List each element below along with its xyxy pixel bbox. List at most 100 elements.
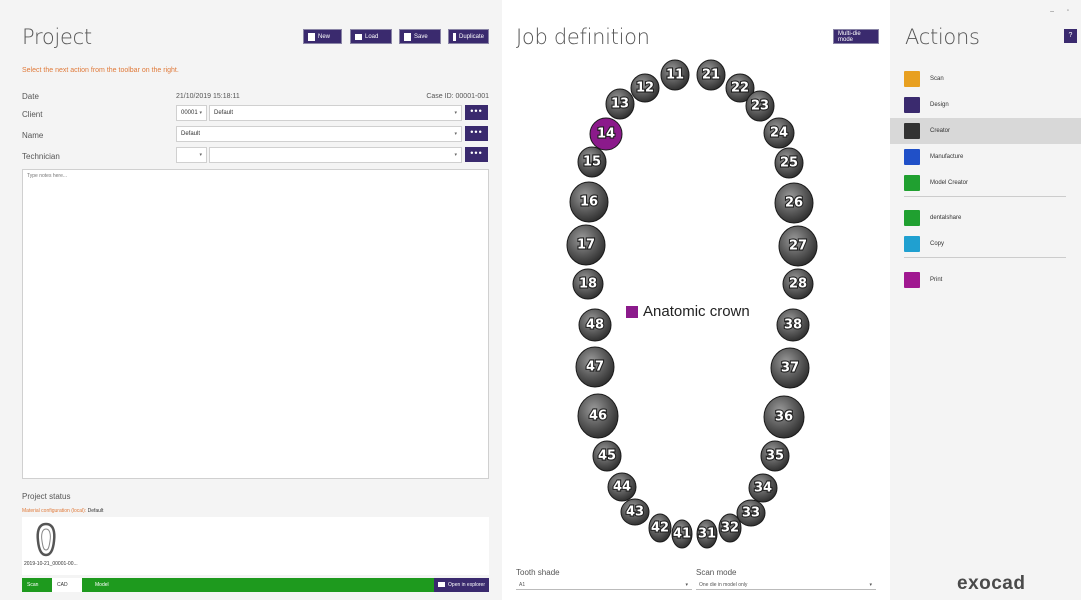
- thumbnail-caption: 2019-10-21_00001-00...: [24, 561, 78, 567]
- action-manufacture[interactable]: Manufacture: [890, 144, 1081, 170]
- duplicate-label: Duplicate: [458, 33, 484, 40]
- action-label: Print: [930, 277, 943, 283]
- tooth-shade-value: A1: [519, 582, 526, 588]
- load-button[interactable]: Load: [350, 29, 392, 44]
- tooth-35[interactable]: 35: [760, 440, 790, 472]
- tooth-33[interactable]: 33: [736, 499, 766, 527]
- open-explorer-label: Open in explorer: [448, 582, 485, 588]
- restore-icon[interactable]: ▫: [1067, 8, 1069, 14]
- technician-code-select[interactable]: ▾: [176, 147, 207, 163]
- tooth-number: 31: [698, 527, 716, 542]
- tooth-number: 24: [770, 126, 788, 141]
- model-creator-icon: [904, 175, 920, 191]
- tooth-21[interactable]: 21: [696, 59, 726, 91]
- tooth-26[interactable]: 26: [774, 182, 814, 224]
- arch-thumbnail[interactable]: [34, 521, 58, 557]
- scan-icon: [904, 71, 920, 87]
- tooth-legend: Anatomic crown: [626, 303, 750, 320]
- tooth-15[interactable]: 15: [577, 146, 607, 178]
- date-label: Date: [22, 92, 39, 101]
- tooth-46[interactable]: 46: [577, 393, 619, 439]
- notes-placeholder: Type notes here...: [27, 173, 68, 179]
- action-print[interactable]: Print: [890, 267, 1081, 293]
- load-label: Load: [365, 33, 379, 40]
- tooth-42[interactable]: 42: [648, 513, 672, 543]
- creator-icon: [904, 123, 920, 139]
- tooth-number: 13: [611, 97, 629, 112]
- name-field[interactable]: Default ▾: [176, 126, 462, 142]
- action-scan[interactable]: Scan: [890, 66, 1081, 92]
- crumb-cad[interactable]: CAD: [52, 578, 82, 592]
- new-button[interactable]: New: [303, 29, 342, 44]
- crumb-scan[interactable]: Scan: [22, 578, 54, 592]
- tooth-16[interactable]: 16: [569, 181, 609, 223]
- tooth-number: 37: [781, 361, 799, 376]
- chevron-down-icon: ▾: [199, 152, 202, 158]
- tooth-11[interactable]: 11: [660, 59, 690, 91]
- tooth-43[interactable]: 43: [620, 498, 650, 526]
- tooth-25[interactable]: 25: [774, 147, 804, 179]
- tooth-shade-select[interactable]: A1 ▾: [516, 580, 692, 590]
- action-creator[interactable]: Creator: [890, 118, 1081, 144]
- client-name-select[interactable]: Default ▾: [209, 105, 462, 121]
- tooth-number: 42: [651, 521, 669, 536]
- duplicate-button[interactable]: Duplicate: [448, 29, 489, 44]
- tooth-12[interactable]: 12: [630, 73, 660, 103]
- action-model-creator[interactable]: Model Creator: [890, 170, 1081, 196]
- tooth-34[interactable]: 34: [748, 473, 778, 503]
- tooth-41[interactable]: 41: [671, 519, 693, 549]
- chevron-down-icon: ▾: [454, 152, 457, 158]
- tooth-24[interactable]: 24: [763, 117, 795, 149]
- tooth-31[interactable]: 31: [696, 519, 718, 549]
- name-value: Default: [181, 131, 201, 137]
- crumb-model[interactable]: Model: [90, 578, 125, 592]
- tooth-number: 36: [775, 410, 793, 425]
- tooth-shade-label: Tooth shade: [516, 568, 560, 577]
- save-button[interactable]: Save: [399, 29, 441, 44]
- action-copy[interactable]: Copy: [890, 231, 1081, 257]
- project-status-label: Project status: [22, 492, 71, 501]
- floppy-icon: [404, 32, 411, 41]
- tooth-44[interactable]: 44: [607, 472, 637, 502]
- tooth-13[interactable]: 13: [605, 88, 635, 120]
- client-more-button[interactable]: •••: [465, 105, 488, 120]
- chevron-down-icon: ▾: [869, 582, 872, 588]
- client-code-select[interactable]: 00001 ▾: [176, 105, 207, 121]
- tooth-number: 23: [751, 99, 769, 114]
- tooth-number: 16: [580, 195, 598, 210]
- project-panel: Project New Load Save Duplicate Select t…: [0, 0, 502, 600]
- scan-mode-select[interactable]: One die in model only ▾: [696, 580, 876, 590]
- copy-icon: [904, 236, 920, 252]
- tooth-38[interactable]: 38: [776, 308, 810, 342]
- hint-text: Select the next action from the toolbar …: [22, 67, 179, 74]
- action-design[interactable]: Design: [890, 92, 1081, 118]
- tooth-37[interactable]: 37: [770, 347, 810, 389]
- tooth-number: 14: [597, 127, 615, 142]
- tooth-number: 11: [666, 68, 684, 83]
- tooth-27[interactable]: 27: [778, 225, 818, 267]
- minimize-icon[interactable]: –: [1050, 8, 1054, 15]
- tooth-28[interactable]: 28: [782, 268, 814, 300]
- technician-name-select[interactable]: ▾: [209, 147, 462, 163]
- tooth-18[interactable]: 18: [572, 268, 604, 300]
- name-more-button[interactable]: •••: [465, 126, 488, 141]
- date-value: 21/10/2019 15:18:11: [176, 93, 240, 100]
- notes-textarea[interactable]: Type notes here...: [22, 169, 489, 479]
- tooth-number: 28: [789, 277, 807, 292]
- tooth-47[interactable]: 47: [575, 346, 615, 388]
- tooth-14[interactable]: 14: [589, 117, 623, 151]
- tooth-number: 33: [742, 506, 760, 521]
- action-dentalshare[interactable]: dentalshare: [890, 205, 1081, 231]
- tooth-17[interactable]: 17: [566, 224, 606, 266]
- technician-more-button[interactable]: •••: [465, 147, 488, 162]
- help-button[interactable]: ?: [1064, 29, 1077, 43]
- tooth-number: 47: [586, 360, 604, 375]
- tooth-number: 35: [766, 449, 784, 464]
- open-in-explorer-button[interactable]: Open in explorer: [434, 578, 489, 592]
- tooth-45[interactable]: 45: [592, 440, 622, 472]
- tooth-36[interactable]: 36: [763, 395, 805, 439]
- actions-panel: – ▫ Actions ? Scan Design Creator Manufactu…: [890, 0, 1081, 600]
- tooth-number: 44: [613, 480, 631, 495]
- tooth-23[interactable]: 23: [745, 90, 775, 122]
- tooth-48[interactable]: 48: [578, 308, 612, 342]
